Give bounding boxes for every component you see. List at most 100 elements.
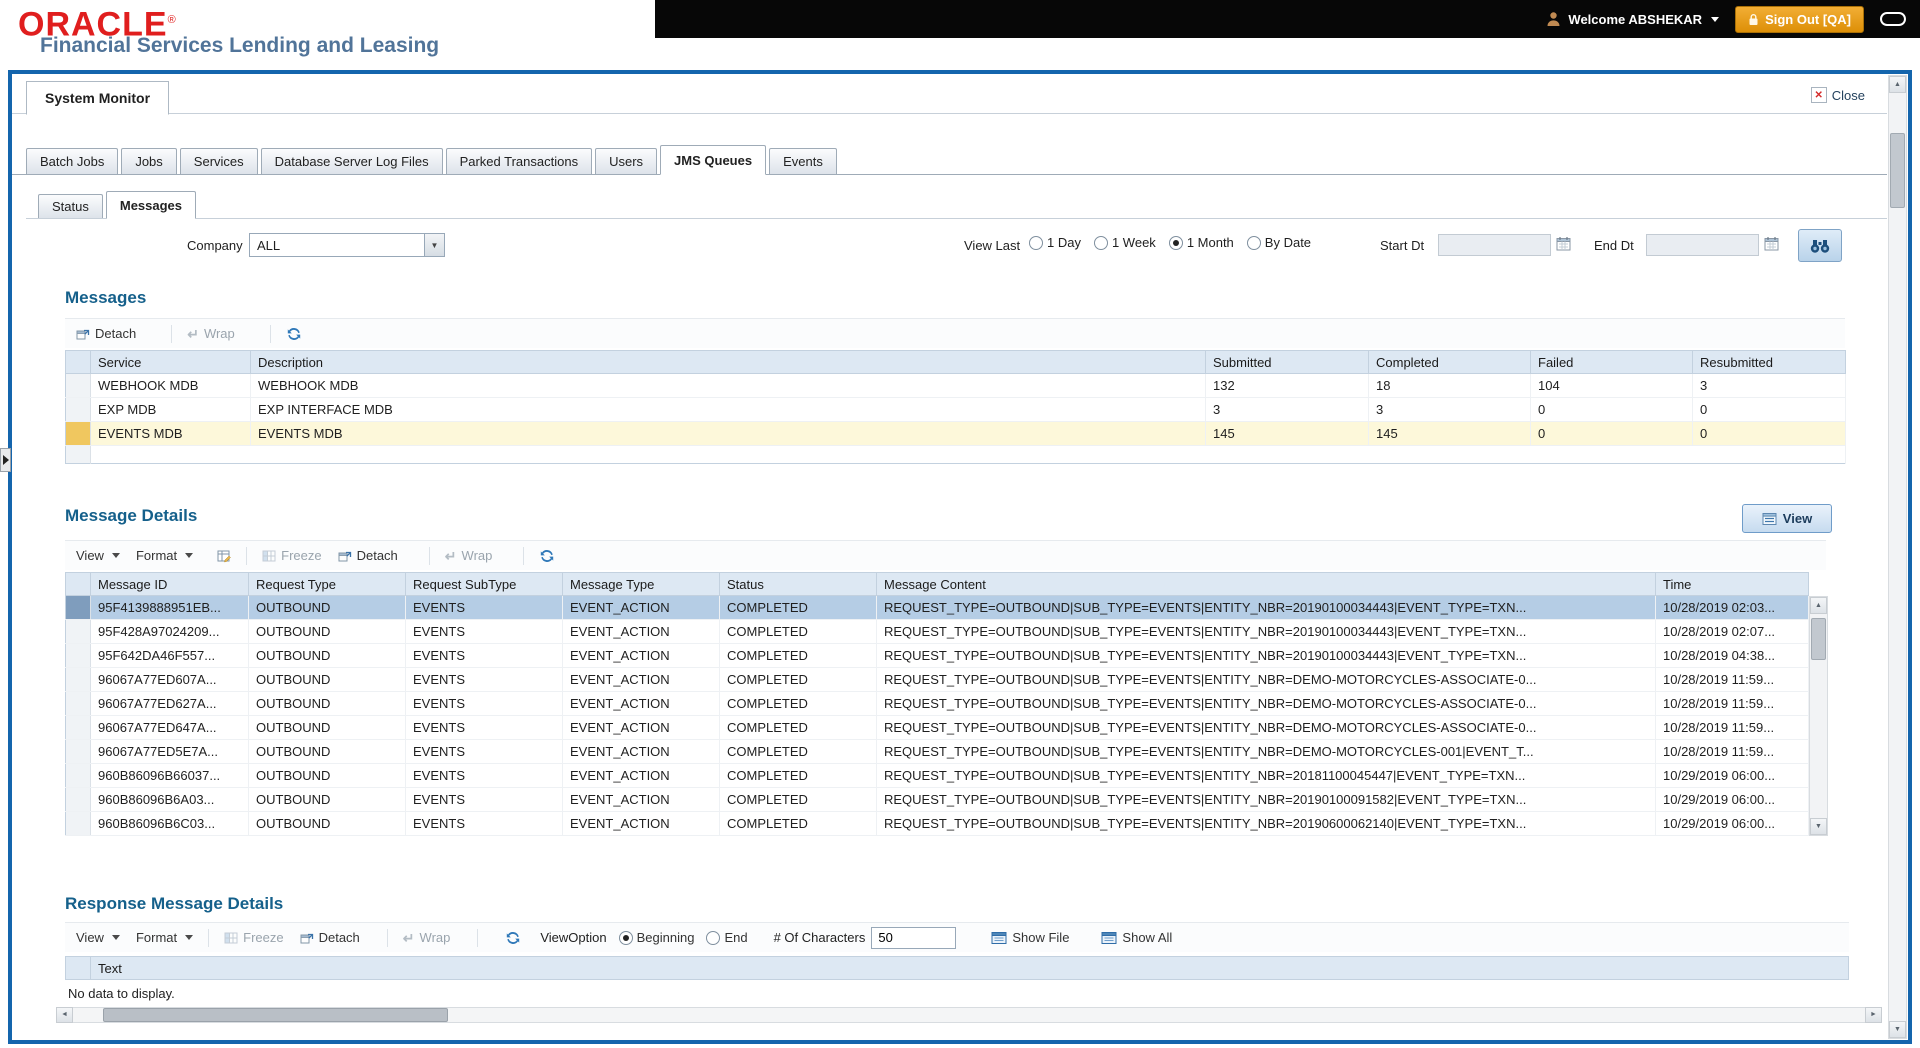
view-last-option[interactable]: 1 Month xyxy=(1168,235,1234,250)
calendar-icon[interactable] xyxy=(1556,236,1572,252)
cell-message-id: 95F4139888951EB... xyxy=(90,595,249,620)
main-tab[interactable]: Users xyxy=(595,148,658,174)
scroll-down-button[interactable]: ▼ xyxy=(1889,1021,1906,1038)
main-tab[interactable]: JMS Queues xyxy=(660,145,767,175)
row-gutter xyxy=(65,739,91,764)
view-option-radio[interactable]: End xyxy=(706,930,748,945)
view-last-option[interactable]: 1 Week xyxy=(1093,235,1156,250)
messages-toolbar: Detach ↵ Wrap xyxy=(65,318,1845,348)
calendar-icon[interactable] xyxy=(1764,236,1780,252)
column-header[interactable]: Request SubType xyxy=(405,572,563,596)
table-row[interactable]: 960B86096B6C03... OUTBOUND EVENTS EVENT_… xyxy=(65,811,1809,836)
search-button[interactable] xyxy=(1798,229,1842,262)
scrollbar-track[interactable] xyxy=(1889,93,1906,1021)
format-menu-button[interactable]: Format xyxy=(131,927,198,948)
view-last-option[interactable]: 1 Day xyxy=(1029,235,1081,250)
column-header[interactable]: Request Type xyxy=(248,572,406,596)
view-last-option[interactable]: By Date xyxy=(1246,235,1311,250)
table-row[interactable]: 96067A77ED627A... OUTBOUND EVENTS EVENT_… xyxy=(65,691,1809,716)
company-select[interactable]: ALL ▼ xyxy=(249,233,445,257)
cell-time: 10/29/2019 06:00... xyxy=(1655,787,1809,812)
table-row[interactable]: 96067A77ED607A... OUTBOUND EVENTS EVENT_… xyxy=(65,667,1809,692)
scrollbar-track[interactable] xyxy=(73,1006,1865,1023)
start-dt-input[interactable] xyxy=(1438,234,1551,256)
horizontal-scrollbar[interactable]: ◄ ► xyxy=(56,1006,1882,1023)
main-tab[interactable]: Services xyxy=(179,148,258,174)
scrollbar-thumb[interactable] xyxy=(1811,618,1826,660)
cell-message-type: EVENT_ACTION xyxy=(562,667,720,692)
freeze-button[interactable]: Freeze xyxy=(219,927,288,948)
row-gutter xyxy=(65,787,91,812)
column-header[interactable]: Text xyxy=(90,956,1849,980)
scroll-down-button[interactable]: ▼ xyxy=(1810,818,1827,835)
freeze-button[interactable]: Freeze xyxy=(257,545,326,566)
main-tab[interactable]: Events xyxy=(769,148,837,174)
num-characters-input[interactable] xyxy=(871,926,957,949)
table-row[interactable]: WEBHOOK MDB WEBHOOK MDB 132 18 104 3 xyxy=(65,373,1846,398)
scroll-up-button[interactable]: ▲ xyxy=(1889,76,1906,93)
column-header[interactable]: Submitted xyxy=(1205,350,1369,374)
table-row[interactable]: EXP MDB EXP INTERFACE MDB 3 3 0 0 xyxy=(65,397,1846,422)
table-row[interactable]: 960B86096B66037... OUTBOUND EVENTS EVENT… xyxy=(65,763,1809,788)
detach-button[interactable]: Detach xyxy=(71,323,141,344)
refresh-button[interactable] xyxy=(534,545,560,567)
main-tab[interactable]: Database Server Log Files xyxy=(260,148,443,174)
user-menu[interactable]: Welcome ABSHEKAR xyxy=(1546,11,1720,27)
wrap-button[interactable]: ↵ Wrap xyxy=(182,323,240,344)
column-header[interactable]: Resubmitted xyxy=(1692,350,1846,374)
detach-button[interactable]: Detach xyxy=(333,545,403,566)
refresh-button[interactable] xyxy=(500,927,526,949)
wrap-button[interactable]: ↵ Wrap xyxy=(440,545,498,566)
main-tab[interactable]: Jobs xyxy=(121,148,177,174)
scroll-right-button[interactable]: ► xyxy=(1865,1006,1882,1023)
filter-bar: Company ALL ▼ View Last 1 Day 1 Week 1 M… xyxy=(12,226,1908,268)
scroll-up-button[interactable]: ▲ xyxy=(1810,597,1827,614)
sub-tab[interactable]: Status xyxy=(38,194,103,218)
scrollbar-thumb[interactable] xyxy=(103,1007,448,1022)
dropdown-arrow-icon[interactable]: ▼ xyxy=(424,234,444,256)
main-tab[interactable]: Parked Transactions xyxy=(445,148,593,174)
show-all-button[interactable]: Show All xyxy=(1096,927,1177,948)
cell-request-subtype: EVENTS xyxy=(405,667,563,692)
view-menu-button[interactable]: View xyxy=(71,927,125,948)
table-row[interactable]: 95F428A97024209... OUTBOUND EVENTS EVENT… xyxy=(65,619,1809,644)
message-details-scrollbar[interactable]: ▲ ▼ xyxy=(1809,596,1828,836)
table-row[interactable]: 96067A77ED5E7A... OUTBOUND EVENTS EVENT_… xyxy=(65,739,1809,764)
view-icon xyxy=(1762,512,1777,526)
view-button[interactable]: View xyxy=(1742,504,1832,533)
view-option-radio[interactable]: Beginning xyxy=(618,930,694,945)
vertical-scrollbar[interactable]: ▲ ▼ xyxy=(1888,75,1907,1039)
column-header[interactable]: Status xyxy=(719,572,877,596)
table-row[interactable]: 95F642DA46F557... OUTBOUND EVENTS EVENT_… xyxy=(65,643,1809,668)
query-by-example-button[interactable] xyxy=(212,546,236,566)
scrollbar-track[interactable] xyxy=(1810,614,1827,818)
detach-button[interactable]: Detach xyxy=(295,927,365,948)
column-header[interactable]: Message Type xyxy=(562,572,720,596)
show-file-button[interactable]: Show File xyxy=(986,927,1074,948)
column-header[interactable]: Message Content xyxy=(876,572,1656,596)
column-header[interactable]: Time xyxy=(1655,572,1809,596)
scrollbar-thumb[interactable] xyxy=(1890,133,1905,208)
table-row[interactable]: 96067A77ED647A... OUTBOUND EVENTS EVENT_… xyxy=(65,715,1809,740)
format-menu-button[interactable]: Format xyxy=(131,545,198,566)
view-last-radios: 1 Day 1 Week 1 Month By Date xyxy=(1029,235,1311,250)
column-header[interactable]: Message ID xyxy=(90,572,249,596)
close-button[interactable]: ✕ Close xyxy=(1810,87,1865,103)
wrap-button[interactable]: ↵ Wrap xyxy=(398,927,456,948)
table-row[interactable]: 95F4139888951EB... OUTBOUND EVENTS EVENT… xyxy=(65,595,1809,620)
window-title-tab[interactable]: System Monitor xyxy=(26,81,170,115)
column-header[interactable]: Description xyxy=(250,350,1206,374)
sub-tab[interactable]: Messages xyxy=(105,191,197,219)
scroll-left-button[interactable]: ◄ xyxy=(56,1006,73,1023)
refresh-button[interactable] xyxy=(281,323,307,345)
column-header[interactable]: Failed xyxy=(1530,350,1693,374)
column-header[interactable]: Completed xyxy=(1368,350,1531,374)
main-tab[interactable]: Batch Jobs xyxy=(26,148,119,174)
sign-out-button[interactable]: Sign Out [QA] xyxy=(1735,5,1864,33)
column-header[interactable]: Service xyxy=(90,350,251,374)
table-row[interactable]: EVENTS MDB EVENTS MDB 145 145 0 0 xyxy=(65,421,1846,446)
table-row[interactable]: 960B86096B6A03... OUTBOUND EVENTS EVENT_… xyxy=(65,787,1809,812)
view-menu-button[interactable]: View xyxy=(71,545,125,566)
end-dt-input[interactable] xyxy=(1646,234,1759,256)
side-panel-toggle[interactable] xyxy=(0,448,11,472)
